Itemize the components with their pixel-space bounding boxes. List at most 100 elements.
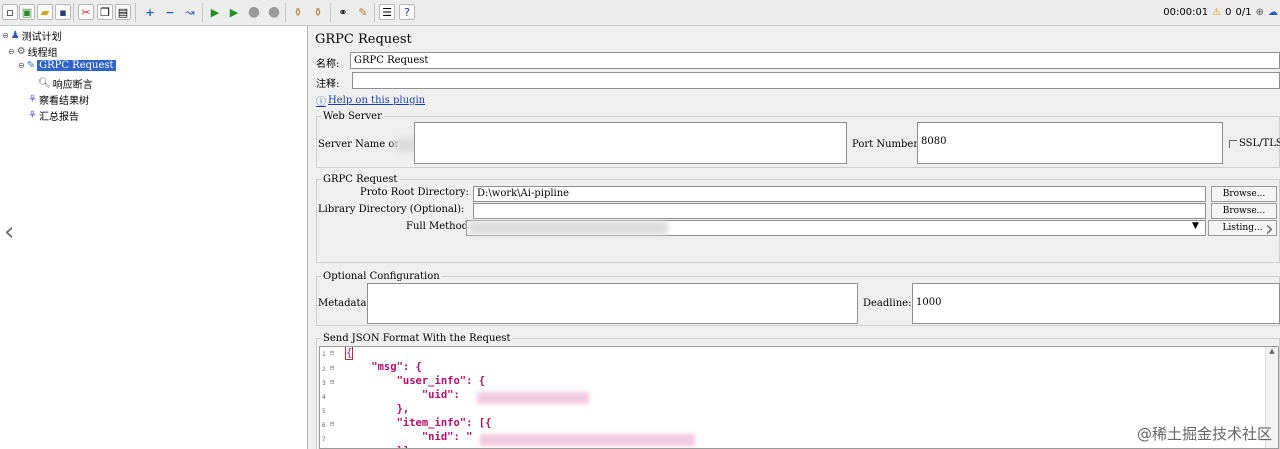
copy-icon[interactable]: ❐ xyxy=(97,4,113,20)
templates-icon[interactable]: ▣ xyxy=(19,4,35,20)
warning-count: 0 xyxy=(1225,7,1232,18)
thread-count: 0/1 xyxy=(1235,7,1252,18)
fold-icon[interactable]: ⊟ xyxy=(330,378,334,386)
metadata-field[interactable] xyxy=(367,283,858,324)
expand-icon[interactable]: + xyxy=(142,4,158,20)
sampler-icon: ✎ xyxy=(26,60,36,71)
server-name-field[interactable] xyxy=(414,122,847,164)
ssl-tls-checkbox[interactable]: SSL/TLS xyxy=(1229,138,1280,149)
code-line: "uid": xyxy=(346,389,467,401)
tree-item-label: 察看结果树 xyxy=(38,96,89,107)
cut-icon[interactable]: ✂ xyxy=(78,4,94,20)
grpc-request-panel: GRPC Request 名称: GRPC Request 注释: ⓘ Help… xyxy=(310,26,1280,449)
globe-icon[interactable]: ⊕ xyxy=(1256,7,1264,18)
library-dir-field[interactable] xyxy=(473,203,1206,219)
fold-icon[interactable]: ⊟ xyxy=(330,420,334,428)
collapse-toggle-icon[interactable]: ⊖ xyxy=(2,31,9,40)
tree-item-label: 测试计划 xyxy=(21,32,62,43)
toolbar: ▫ ▣ ▰ ▪ ✂ ❐ ▤ + − ↝ ▶ ▶ ● ● ⚱ ⚱ ⚭ ✎ ☰ ? … xyxy=(0,0,1280,26)
tree-node-test-plan[interactable]: ⊖ ♟ 测试计划 xyxy=(2,28,62,43)
info-icon: ⓘ xyxy=(316,97,326,108)
reset-search-icon[interactable]: ✎ xyxy=(355,4,371,20)
server-name-label: Server Name or xyxy=(318,139,400,150)
stop-icon[interactable]: ● xyxy=(246,4,262,20)
toolbar-separator xyxy=(135,3,136,22)
help-link-text: Help on this plugin xyxy=(328,95,426,106)
tree-node-grpc-request[interactable]: ⊖ ✎ GRPC Request xyxy=(18,60,116,71)
toggle-icon[interactable]: ↝ xyxy=(182,4,198,20)
clear-icon[interactable]: ⚱ xyxy=(290,4,306,20)
test-plan-icon: ♟ xyxy=(10,30,20,41)
tree-node-response-assertion[interactable]: 🔍︎ 响应断言 xyxy=(38,76,93,91)
toolbar-separator xyxy=(202,3,203,22)
collapse-toggle-icon[interactable]: ⊖ xyxy=(8,47,15,56)
port-number-field[interactable]: 8080 xyxy=(917,122,1223,164)
code-line: "msg": { xyxy=(346,361,422,373)
elapsed-timer: 00:00:01 xyxy=(1163,7,1209,18)
chevron-right-icon[interactable]: › xyxy=(1265,219,1274,241)
collapse-icon[interactable]: − xyxy=(162,4,178,20)
new-icon[interactable]: ▫ xyxy=(2,4,18,20)
code-text: { xyxy=(344,347,354,360)
redacted-text xyxy=(477,392,589,404)
page-title: GRPC Request xyxy=(315,32,412,47)
save-icon[interactable]: ▪ xyxy=(55,4,71,20)
code-line: { xyxy=(344,347,354,360)
code-line: "user_info": { xyxy=(346,375,486,387)
group-title: Send JSON Format With the Request xyxy=(321,333,513,344)
shutdown-icon[interactable]: ● xyxy=(266,4,282,20)
tree-item-label: 线程组 xyxy=(27,48,58,59)
line-number: 1 xyxy=(322,351,326,358)
proto-root-field[interactable]: D:\work\Ai-pipline xyxy=(473,186,1206,202)
fold-icon[interactable]: ⊟ xyxy=(330,349,334,357)
line-number: 6 xyxy=(322,422,326,429)
ssl-tls-label: SSL/TLS xyxy=(1239,138,1280,149)
redacted-text xyxy=(468,221,668,235)
start-icon[interactable]: ▶ xyxy=(207,4,223,20)
start-no-pause-icon[interactable]: ▶ xyxy=(226,4,242,20)
toolbar-separator xyxy=(73,3,74,22)
chevron-down-icon[interactable]: ▼ xyxy=(1192,221,1199,231)
metadata-label: Metadata: xyxy=(318,298,370,309)
status-area: 00:00:01 ⚠ 0 0/1 ⊕ ☁ xyxy=(1163,7,1278,18)
comment-field[interactable] xyxy=(352,72,1280,89)
line-number: 5 xyxy=(322,408,326,415)
proto-root-label: Proto Root Directory: xyxy=(360,187,469,198)
port-number-label: Port Number: xyxy=(852,139,922,150)
help-link[interactable]: ⓘ Help on this plugin xyxy=(316,93,425,108)
code-line: "item_info": [{ xyxy=(346,417,492,429)
open-icon[interactable]: ▰ xyxy=(37,4,53,20)
fold-icon[interactable]: ⊟ xyxy=(330,364,334,372)
thread-group-icon: ⚙ xyxy=(16,46,26,57)
clear-all-icon[interactable]: ⚱ xyxy=(310,4,326,20)
line-number: 7 xyxy=(322,436,326,443)
tree-node-thread-group[interactable]: ⊖ ⚙ 线程组 xyxy=(8,44,58,59)
listener-icon: ⚘ xyxy=(28,94,37,105)
toolbar-separator xyxy=(330,3,331,22)
deadline-label: Deadline: xyxy=(863,298,912,309)
chevron-left-icon[interactable]: ‹ xyxy=(4,219,14,245)
line-number: 4 xyxy=(322,394,326,401)
remote-icon[interactable]: ☁ xyxy=(1268,7,1278,18)
deadline-field[interactable]: 1000 xyxy=(912,283,1280,324)
name-field[interactable]: GRPC Request xyxy=(350,52,1280,69)
toolbar-separator xyxy=(285,3,286,22)
json-editor[interactable]: 1 ⊟ { 2 ⊟ "msg": { 3 ⊟ "user_info": { 4 … xyxy=(319,346,1279,449)
tree-node-view-results-tree[interactable]: ⚘ 察看结果树 xyxy=(28,92,89,107)
function-helper-icon[interactable]: ☰ xyxy=(379,4,395,20)
warning-icon[interactable]: ⚠ xyxy=(1212,7,1221,18)
group-title: Optional Configuration xyxy=(321,271,442,282)
redacted-text xyxy=(480,434,695,446)
help-icon[interactable]: ? xyxy=(399,4,415,20)
line-number: 2 xyxy=(322,366,326,373)
search-icon[interactable]: ⚭ xyxy=(335,4,351,20)
collapse-toggle-icon[interactable]: ⊖ xyxy=(18,61,25,70)
checkbox-icon[interactable] xyxy=(1229,139,1237,148)
paste-icon[interactable]: ▤ xyxy=(115,4,131,20)
test-plan-tree: ⊖ ♟ 测试计划 ⊖ ⚙ 线程组 ⊖ ✎ GRPC Request 🔍︎ 响应断… xyxy=(0,26,308,449)
group-title: GRPC Request xyxy=(321,174,400,185)
browse-proto-button[interactable]: Browse... xyxy=(1211,186,1277,202)
tree-node-summary-report[interactable]: ⚘ 汇总报告 xyxy=(28,108,79,123)
code-line: "nid": " xyxy=(346,431,473,443)
scroll-up-icon[interactable]: ▲ xyxy=(1266,347,1278,355)
